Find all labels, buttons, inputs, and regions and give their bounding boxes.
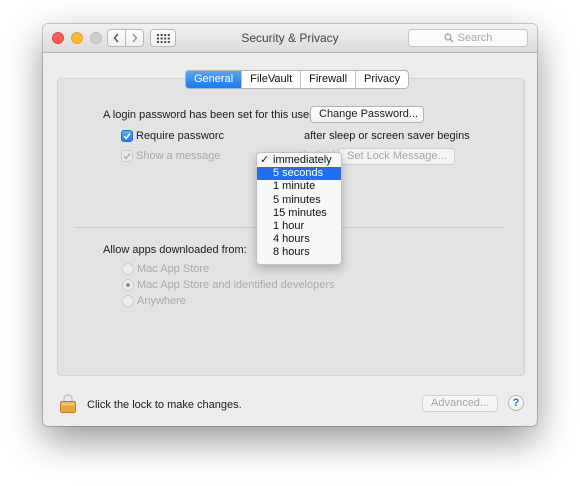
checkmark-icon (123, 153, 131, 160)
require-password-checkbox[interactable] (121, 130, 133, 142)
radio-mac-app-store[interactable] (122, 263, 134, 275)
menu-item-1-hour[interactable]: 1 hour (257, 220, 341, 233)
advanced-button[interactable]: Advanced... (422, 395, 498, 412)
tab-bar: General FileVault Firewall Privacy (185, 70, 410, 89)
tab-filevault[interactable]: FileVault (242, 71, 302, 88)
search-field[interactable]: Search (408, 29, 528, 47)
set-lock-message-button[interactable]: Set Lock Message... (338, 148, 455, 165)
menu-item-1-minute[interactable]: 1 minute (257, 180, 341, 193)
menu-item-5-seconds[interactable]: 5 seconds (257, 167, 341, 181)
lock-button[interactable] (60, 393, 76, 416)
after-sleep-text: after sleep or screen saver begins (304, 130, 470, 142)
radio-label-mac-app-store: Mac App Store (137, 263, 210, 275)
radio-anywhere[interactable] (122, 295, 134, 307)
checkmark-icon: ✓ (260, 154, 270, 166)
lock-status-text: Click the lock to make changes. (87, 399, 242, 411)
tab-privacy[interactable]: Privacy (356, 71, 408, 88)
radio-identified-developers[interactable] (122, 279, 134, 291)
help-button[interactable]: ? (508, 395, 524, 411)
menu-item-4-hours[interactable]: 4 hours (257, 233, 341, 246)
change-password-button[interactable]: Change Password... (310, 106, 424, 123)
require-password-label: Require passworc (136, 130, 225, 142)
login-password-text: A login password has been set for this u… (103, 109, 313, 121)
tab-firewall[interactable]: Firewall (301, 71, 357, 88)
show-message-checkbox[interactable] (121, 150, 133, 162)
menu-item-immediately[interactable]: ✓ immediately (257, 154, 341, 167)
lock-icon (60, 394, 76, 413)
menu-item-15-minutes[interactable]: 15 minutes (257, 207, 341, 220)
radio-label-identified-developers: Mac App Store and identified developers (137, 279, 335, 291)
radio-label-anywhere: Anywhere (137, 295, 186, 307)
search-placeholder: Search (457, 32, 493, 44)
allow-apps-label: Allow apps downloaded from: (103, 244, 247, 256)
menu-item-5-minutes[interactable]: 5 minutes (257, 194, 341, 207)
tab-general[interactable]: General (186, 71, 243, 88)
show-message-label: Show a message (136, 150, 221, 162)
checkmark-icon (123, 133, 131, 140)
search-icon (443, 33, 454, 43)
title-bar: Security & Privacy Search (43, 24, 537, 53)
require-password-delay-menu: ✓ immediately 5 seconds 1 minute 5 minute… (256, 152, 342, 265)
menu-item-8-hours[interactable]: 8 hours (257, 246, 341, 259)
menu-item-label: immediately (273, 154, 332, 166)
security-privacy-window: Security & Privacy Search General FileVa… (43, 24, 537, 426)
